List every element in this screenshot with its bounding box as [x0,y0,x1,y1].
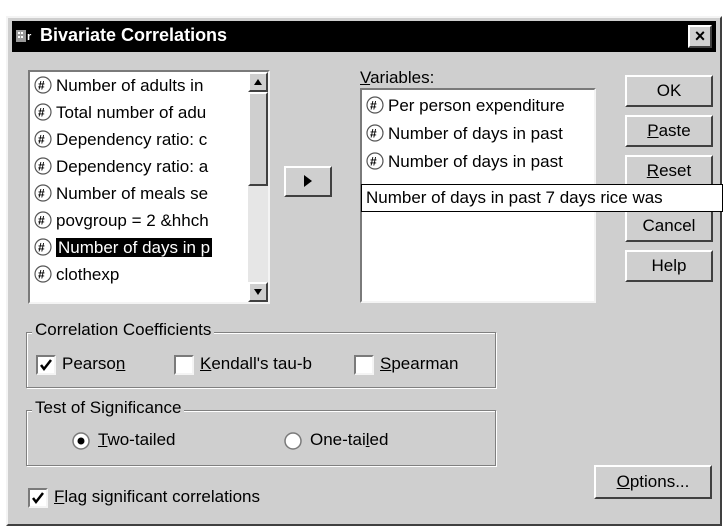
selected-variable-label: Per person expenditure [388,96,565,115]
ok-button[interactable]: OK [625,75,713,107]
variable-tooltip: Number of days in past 7 days rice was [361,184,723,212]
spearman-label: Spearman [380,354,459,373]
scale-variable-icon: # [366,152,384,170]
source-variable-item[interactable]: # clothexp [34,263,119,287]
flag-significant-label: Flag significant correlations [54,487,260,506]
paste-button[interactable]: Paste [625,115,713,147]
two-tailed-radio[interactable] [72,432,90,450]
selected-variable-item[interactable]: # Number of days in past [366,122,563,146]
arrow-down-icon [254,289,262,295]
selected-variable-item[interactable]: # Number of days in past [366,150,563,174]
kendall-checkbox[interactable] [174,355,194,375]
svg-text:#: # [38,160,45,174]
svg-text:#: # [38,79,45,93]
svg-text:#: # [38,214,45,228]
source-variable-label: Number of days in p [56,238,213,257]
arrow-up-icon [254,79,262,85]
two-tailed-label: Two-tailed [98,430,176,449]
flag-significant-checkbox[interactable] [28,488,48,508]
source-variable-item[interactable]: # Dependency ratio: c [34,128,207,152]
source-variable-list[interactable]: # Number of adults in # Total number of adu… [28,70,270,304]
source-list-scrollbar[interactable] [248,72,268,302]
variables-label: Variables: [360,68,435,87]
correlation-coefficients-title: Correlation Coefficients [32,320,215,340]
selected-variable-label: Number of days in past [388,152,563,171]
svg-text:#: # [38,106,45,120]
source-variable-item[interactable]: # Number of meals se [34,182,208,206]
scale-variable-icon: # [34,184,52,202]
source-variable-item[interactable]: # Total number of adu [34,101,206,125]
source-variable-item[interactable]: # Dependency ratio: a [34,155,208,179]
scale-variable-icon: # [34,238,52,256]
move-to-variables-button[interactable] [284,166,332,197]
svg-text:#: # [370,99,377,113]
svg-text:r: r [27,31,32,43]
pearson-label: Pearson [62,354,126,373]
source-variable-label: Dependency ratio: c [56,130,208,149]
scroll-up-button[interactable] [248,72,268,92]
test-of-significance-title: Test of Significance [32,398,185,418]
selected-variable-item[interactable]: # Per person expenditure [366,94,565,118]
bivariate-correlations-dialog: r Bivariate Correlations × # Number of ad… [6,16,722,526]
scale-variable-icon: # [34,211,52,229]
svg-text:#: # [370,155,377,169]
svg-text:#: # [370,127,377,141]
selected-variable-label: Number of days in past [388,124,563,143]
svg-text:#: # [38,187,45,201]
svg-text:#: # [38,133,45,147]
scale-variable-icon: # [34,76,52,94]
scroll-down-button[interactable] [248,282,268,302]
arrow-right-icon [304,175,312,187]
svg-text:#: # [38,268,45,282]
scroll-thumb[interactable] [248,92,268,186]
cropped-caption [0,0,724,14]
one-tailed-label: One-tailed [310,430,389,449]
source-variable-item[interactable]: # povgroup = 2 &hhch [34,209,209,233]
scale-variable-icon: # [34,130,52,148]
kendall-label: Kendall's tau-b [200,354,312,373]
checkmark-icon [32,492,44,505]
cancel-button[interactable]: Cancel [625,210,713,242]
source-variable-label: clothexp [56,265,120,284]
title-bar: r Bivariate Correlations × [12,21,716,52]
window-title: Bivariate Correlations [40,25,228,45]
help-button[interactable]: Help [625,250,713,282]
source-variable-item[interactable]: # Number of days in p [34,236,213,260]
pearson-checkbox[interactable] [36,355,56,375]
source-variable-label: povgroup = 2 &hhch [56,211,209,230]
reset-button[interactable]: Reset [625,155,713,187]
spss-grid-icon: r [16,30,32,43]
options-button[interactable]: Options... [594,465,712,499]
scale-variable-icon: # [34,265,52,283]
one-tailed-radio[interactable] [284,432,302,450]
spearman-checkbox[interactable] [354,355,374,375]
source-variable-label: Dependency ratio: a [56,157,209,176]
close-button[interactable]: × [688,25,712,48]
source-variable-label: Total number of adu [56,103,207,122]
source-variable-item[interactable]: # Number of adults in [34,74,203,98]
test-of-significance-group [26,410,496,466]
source-variable-label: Number of meals se [56,184,209,203]
svg-text:#: # [38,241,45,255]
scale-variable-icon: # [34,157,52,175]
source-variable-label: Number of adults in [56,76,204,95]
scale-variable-icon: # [34,103,52,121]
checkmark-icon [40,359,52,372]
scale-variable-icon: # [366,96,384,114]
scale-variable-icon: # [366,124,384,142]
